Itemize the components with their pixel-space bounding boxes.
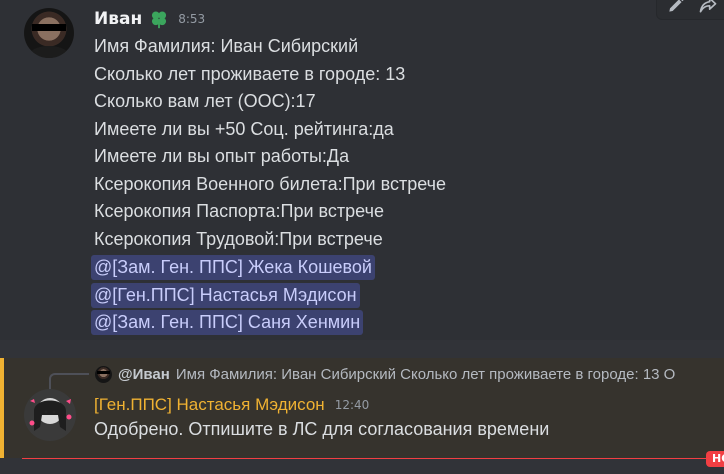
message-header: Иван 8:53 xyxy=(94,7,205,31)
new-messages-divider xyxy=(22,458,712,459)
reply-preview[interactable]: @Иван Имя Фамилия: Иван Сибирский Скольк… xyxy=(95,363,724,385)
message-content: Имя Фамилия: Иван Сибирский Сколько лет … xyxy=(94,33,446,253)
message-timestamp: 12:40 xyxy=(334,398,370,412)
edit-icon xyxy=(669,0,684,12)
reply-text: Имя Фамилия: Иван Сибирский Сколько лет … xyxy=(175,365,676,383)
reply-author[interactable]: @Иван xyxy=(118,366,170,383)
message-header: [Ген.ППС] Настасья Мэдисон 12:40 xyxy=(94,393,369,417)
author-name[interactable]: Иван xyxy=(94,9,142,29)
message-timestamp: 8:53 xyxy=(178,12,206,26)
user-mention[interactable]: @[Зам. Ген. ППС] Жека Кошевой xyxy=(91,255,375,280)
avatar-nastasya[interactable] xyxy=(22,387,78,443)
chat-view: Иван 8:53 Имя Фамилия: Иван Сибирский Ск… xyxy=(0,0,724,474)
message-line: Ксерокопия Военного билета:При встрече xyxy=(94,173,447,194)
message-line: Имеете ли вы +50 Соц. рейтинга:да xyxy=(94,118,394,139)
message-text: Одобрено. Отпишите в ЛС для согласования… xyxy=(94,419,550,439)
forward-icon xyxy=(699,0,717,13)
reply-avatar xyxy=(95,365,112,383)
message-line: Имя Фамилия: Иван Сибирский xyxy=(94,36,359,56)
mention-list: @[Зам. Ген. ППС] Жека Кошевой @[Ген.ППС]… xyxy=(91,255,375,338)
message-line: Имеете ли вы опыт работы:Да xyxy=(94,146,350,166)
user-mention[interactable]: @[Ген.ППС] Настасья Мэдисон xyxy=(91,282,360,308)
clover-icon xyxy=(152,11,167,29)
message-line: Ксерокопия Трудовой:При встрече xyxy=(94,228,383,249)
message-line: Сколько лет проживаете в городе: 13 xyxy=(94,63,406,84)
avatar-censor-bar xyxy=(32,24,66,31)
message-line: Ксерокопия Паспорта:При встрече xyxy=(94,201,384,221)
user-mention[interactable]: @[Зам. Ген. ППС] Саня Хенмин xyxy=(91,310,364,335)
forward-button[interactable] xyxy=(697,0,719,16)
edit-button[interactable] xyxy=(665,0,687,16)
avatar-censor-bar xyxy=(97,370,110,374)
message-line: Сколько вам лет (ООС):17 xyxy=(94,91,316,111)
avatar-ivan[interactable] xyxy=(24,8,74,58)
avatar-shirt xyxy=(30,46,68,58)
message-toolbar xyxy=(656,0,724,20)
new-messages-badge: НО xyxy=(706,451,724,467)
author-name[interactable]: [Ген.ППС] Настасья Мэдисон xyxy=(94,395,325,415)
